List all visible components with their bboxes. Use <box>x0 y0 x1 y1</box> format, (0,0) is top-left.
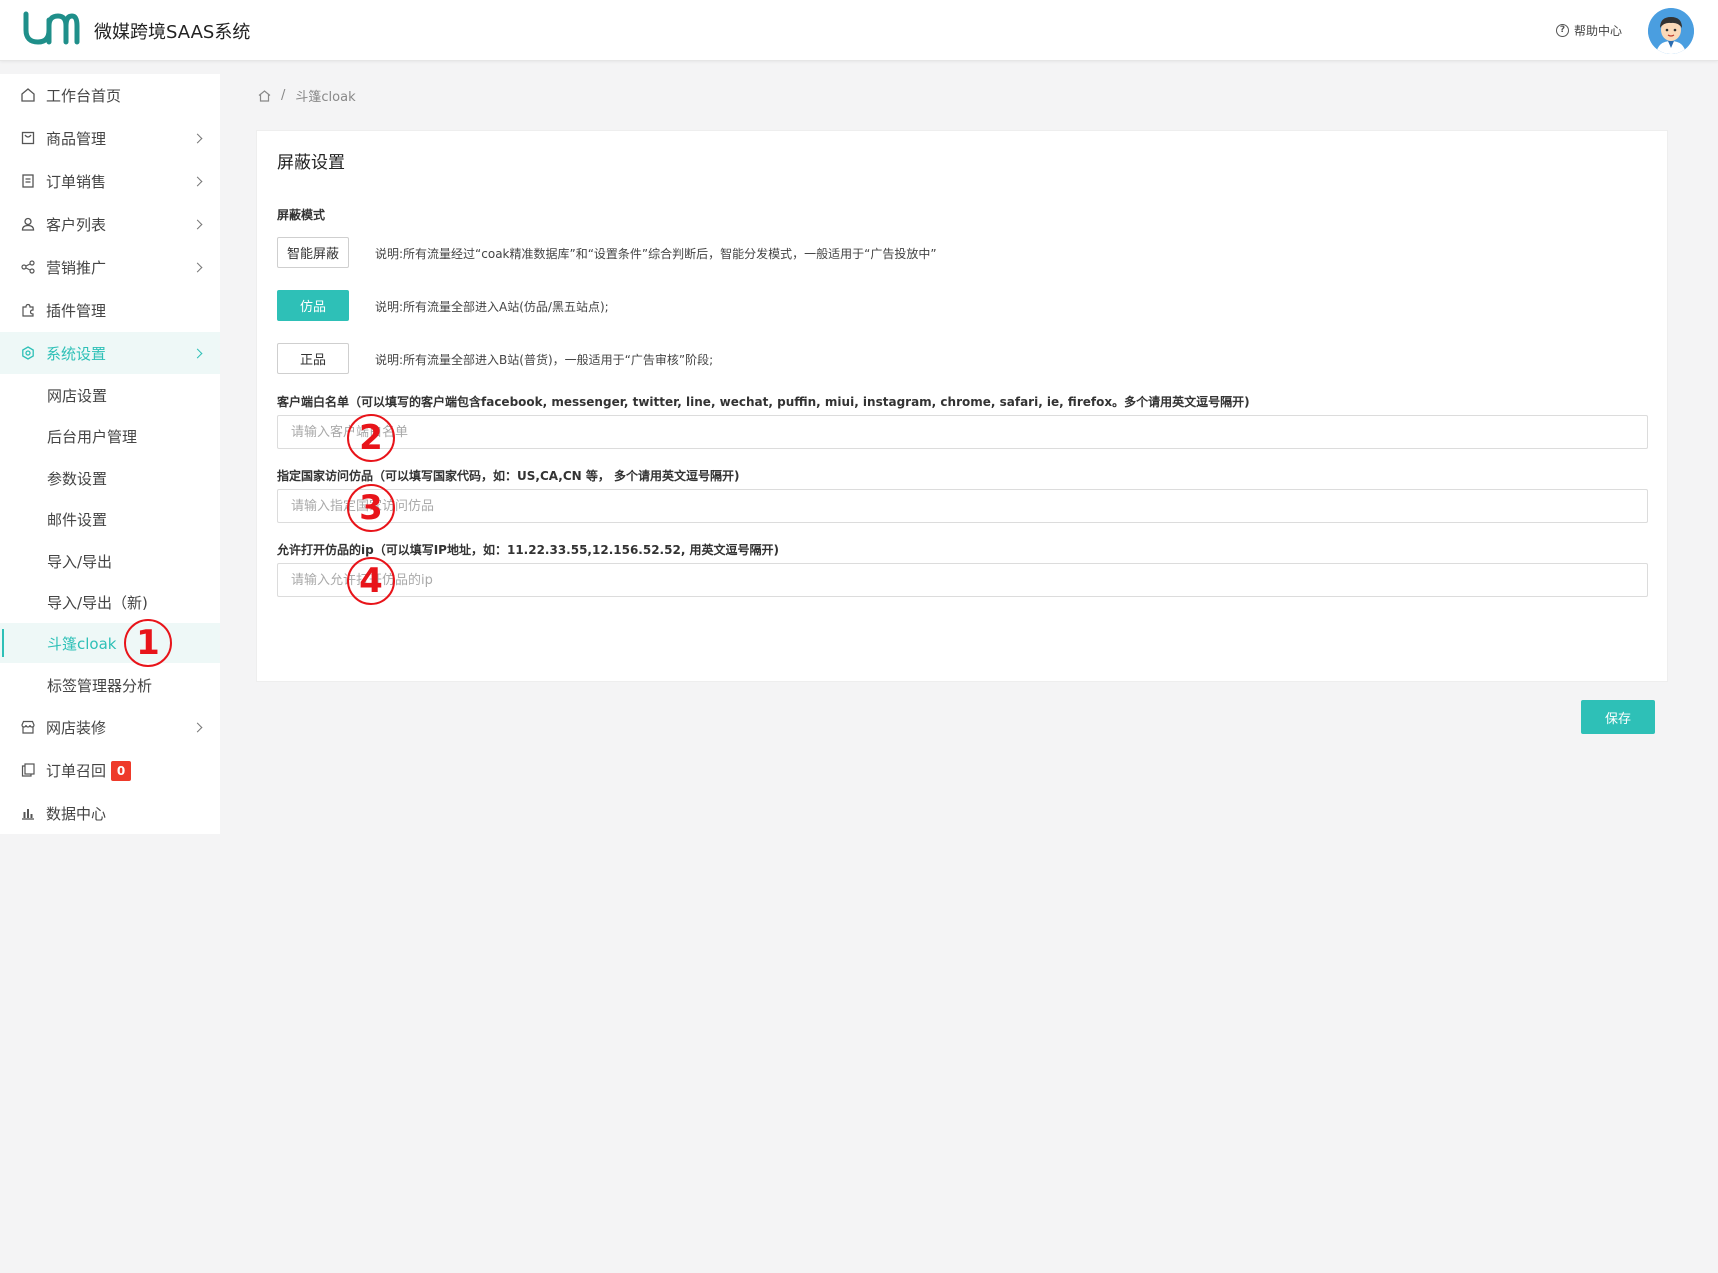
chevron-right-icon <box>192 722 203 732</box>
country-input[interactable] <box>277 489 1648 523</box>
mode-genuine-desc: 说明:所有流量全部进入B站(普货)，一般适用于“广告审核”阶段; <box>375 353 714 367</box>
home-icon <box>20 87 36 103</box>
sidebar-item-customers[interactable]: 客户列表 <box>0 203 220 245</box>
sidebar-item-orders[interactable]: 订单销售 <box>0 160 220 202</box>
sidebar-sub-item-store-settings[interactable]: 网店设置 <box>0 375 220 415</box>
mode-smart-block-button[interactable]: 智能屏蔽 <box>277 237 349 268</box>
store-icon <box>20 719 36 735</box>
bar-chart-icon <box>20 805 36 821</box>
app-title: 微媒跨境SAAS系统 <box>94 22 251 43</box>
sidebar-item-label: 客户列表 <box>46 215 107 234</box>
annotation-marker: 2 <box>347 414 395 462</box>
mode-replica-button[interactable]: 仿品 <box>277 290 349 321</box>
save-button[interactable]: 保存 <box>1581 700 1655 734</box>
sidebar-item-label: 网店装修 <box>46 718 107 737</box>
chevron-right-icon <box>192 133 203 143</box>
sidebar-sub-item-email-settings[interactable]: 邮件设置 <box>0 499 220 539</box>
whitelist-input[interactable] <box>277 415 1648 449</box>
sidebar-sub-item-cloak[interactable]: 斗篷cloak <box>0 623 220 663</box>
sidebar-sub-item-label: 标签管理器分析 <box>47 676 153 695</box>
chevron-right-icon <box>192 262 203 272</box>
sidebar-sub-item-label: 斗篷cloak <box>47 634 117 653</box>
chevron-right-icon <box>192 219 203 229</box>
user-icon <box>20 216 36 232</box>
sidebar-item-data-center[interactable]: 数据中心 <box>0 792 220 834</box>
um-logo-icon[interactable] <box>22 10 80 46</box>
sidebar-sub-item-import-export[interactable]: 导入/导出 <box>0 541 220 581</box>
annotation-marker: 3 <box>347 484 395 532</box>
bag-icon <box>20 130 36 146</box>
country-label: 指定国家访问仿品（可以填写国家代码，如：US,CA,CN 等， 多个请用英文逗号… <box>277 469 740 483</box>
avatar[interactable] <box>1648 8 1694 54</box>
copy-icon <box>20 762 36 778</box>
sidebar-item-dashboard[interactable]: 工作台首页 <box>0 74 220 116</box>
mode-replica-desc: 说明:所有流量全部进入A站(仿品/黑五站点); <box>375 300 609 314</box>
top-header: 微媒跨境SAAS系统 ? 帮助中心 <box>0 0 1718 61</box>
sidebar-sub-item-label: 后台用户管理 <box>47 427 138 446</box>
sidebar-item-order-recall[interactable]: 订单召回 0 <box>0 749 220 791</box>
sidebar-sub-item-label: 导入/导出（新) <box>47 593 148 612</box>
cloak-settings-card: 屏蔽设置 屏蔽模式 智能屏蔽 说明:所有流量经过“coak精准数据库”和“设置条… <box>256 130 1668 682</box>
help-center-label: 帮助中心 <box>1574 24 1623 38</box>
help-icon: ? <box>1556 24 1569 37</box>
home-icon[interactable] <box>258 89 271 102</box>
sidebar-sub-item-label: 网店设置 <box>47 386 108 405</box>
chevron-right-icon <box>192 176 203 186</box>
sidebar-item-marketing[interactable]: 营销推广 <box>0 246 220 288</box>
gear-icon <box>20 345 36 361</box>
sidebar-item-label: 商品管理 <box>46 129 107 148</box>
ip-input[interactable] <box>277 563 1648 597</box>
chevron-right-icon <box>192 348 203 358</box>
sidebar-sub-item-label: 邮件设置 <box>47 510 108 529</box>
help-center-link[interactable]: ? 帮助中心 <box>1556 22 1622 39</box>
mode-genuine-button[interactable]: 正品 <box>277 343 349 374</box>
annotation-marker: 1 <box>124 619 172 667</box>
puzzle-icon <box>20 302 36 318</box>
sidebar: 工作台首页 商品管理 订单销售 客户列表 营销推广 插件管理 系统设置 网店设置… <box>0 74 220 834</box>
sidebar-sub-item-import-export-new[interactable]: 导入/导出（新) <box>0 582 220 622</box>
sidebar-item-label: 订单召回 <box>46 761 107 780</box>
sidebar-sub-item-label: 导入/导出 <box>47 552 113 571</box>
sidebar-item-label: 插件管理 <box>46 301 107 320</box>
sidebar-item-label: 工作台首页 <box>46 86 122 105</box>
sidebar-item-system-settings[interactable]: 系统设置 <box>0 332 220 374</box>
breadcrumb-separator: / <box>281 88 286 103</box>
sidebar-item-label: 订单销售 <box>46 172 107 191</box>
sidebar-item-store-decoration[interactable]: 网店装修 <box>0 706 220 748</box>
sidebar-item-label: 系统设置 <box>46 344 107 363</box>
card-title: 屏蔽设置 <box>277 153 345 173</box>
annotation-marker: 4 <box>347 557 395 605</box>
sidebar-sub-item-tag-manager[interactable]: 标签管理器分析 <box>0 665 220 705</box>
whitelist-label: 客户端白名单（可以填写的客户端包含facebook, messenger, tw… <box>277 395 1250 409</box>
sidebar-sub-item-label: 参数设置 <box>47 469 108 488</box>
breadcrumb: / 斗篷cloak <box>258 86 356 105</box>
mode-smart-block-desc: 说明:所有流量经过“coak精准数据库”和“设置条件”综合判断后，智能分发模式，… <box>375 247 937 261</box>
ip-label: 允许打开仿品的ip（可以填写IP地址，如：11.22.33.55,12.156.… <box>277 543 780 557</box>
sidebar-item-products[interactable]: 商品管理 <box>0 117 220 159</box>
document-icon <box>20 173 36 189</box>
mode-label: 屏蔽模式 <box>277 208 326 222</box>
sidebar-item-plugins[interactable]: 插件管理 <box>0 289 220 331</box>
sidebar-sub-item-parameters[interactable]: 参数设置 <box>0 458 220 498</box>
share-icon <box>20 259 36 275</box>
breadcrumb-current: 斗篷cloak <box>295 90 356 105</box>
order-recall-count-badge: 0 <box>111 761 131 781</box>
sidebar-sub-item-admin-users[interactable]: 后台用户管理 <box>0 416 220 456</box>
sidebar-item-label: 数据中心 <box>46 804 107 823</box>
sidebar-item-label: 营销推广 <box>46 258 107 277</box>
